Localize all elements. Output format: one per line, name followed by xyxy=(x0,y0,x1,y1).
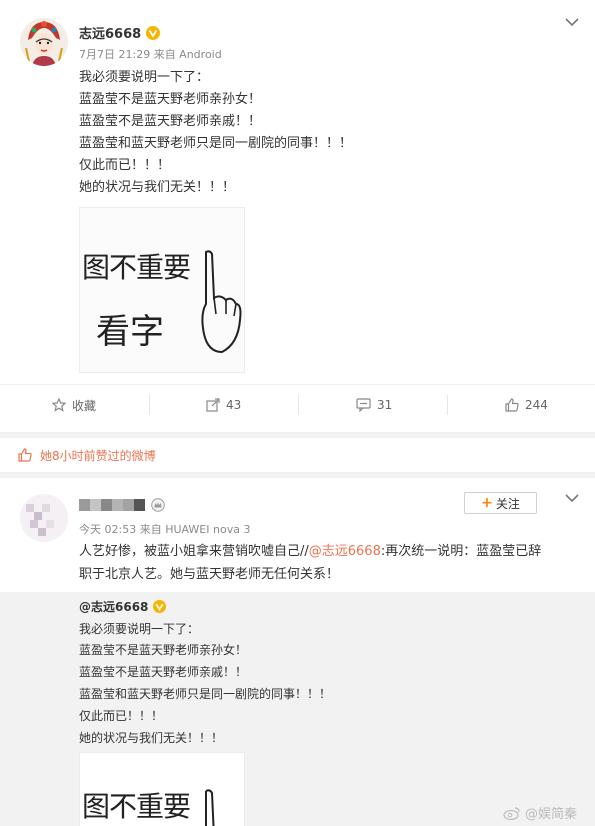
repost-text-line: 蓝盈莹不是蓝天野老师亲戚！！ xyxy=(79,665,248,679)
post-text-line: 人艺好惨，被蓝小姐拿来营销吹嘘自己//@志远6668:再次统一说明：蓝盈莹已辞 xyxy=(79,540,541,564)
repost-icon xyxy=(206,398,220,412)
repost-text-line: 蓝盈莹不是蓝天野老师亲孙女！ xyxy=(79,643,248,657)
repost-text-line: 蓝盈莹和蓝天野老师只是同一剧院的同事！！！ xyxy=(79,687,332,701)
follow-label: 关注 xyxy=(495,496,520,511)
comment-button[interactable]: 31 xyxy=(356,385,392,425)
pointing-hand-icon xyxy=(201,250,242,354)
post-text-line: 蓝盈莹不是蓝天野老师亲戚！！ xyxy=(79,114,262,129)
post-meta: 今天 02:53 来自 HUAWEI nova 3 xyxy=(79,523,251,536)
post-text-line: 蓝盈莹和蓝天野老师只是同一剧院的同事！！！ xyxy=(79,136,353,151)
repost-box[interactable]: @志远6668 我必须要说明一下了： 蓝盈莹不是蓝天野老师亲孙女！ 蓝盈莹不是蓝… xyxy=(0,592,595,826)
weibo-logo-icon xyxy=(503,806,520,820)
comment-icon xyxy=(356,398,371,412)
repost-count: 43 xyxy=(226,398,242,412)
post-image[interactable]: 图不重要 看字 xyxy=(79,207,245,373)
watermark-text: @娱简秦 xyxy=(524,807,577,822)
verified-badge-icon xyxy=(146,25,161,40)
thumbs-up-icon xyxy=(18,448,32,462)
post-text-line: 蓝盈莹不是蓝天野老师亲孙女！ xyxy=(79,92,262,107)
follow-button[interactable]: + 关注 xyxy=(464,492,537,514)
pointing-hand-icon xyxy=(205,789,215,826)
chevron-down-icon[interactable] xyxy=(564,492,580,504)
like-button[interactable]: 244 xyxy=(505,385,548,425)
weibo-post-1: 志远6668 7月7日 21:29 来自 Android 我必须要说明一下了： … xyxy=(0,0,595,432)
username[interactable]: 志远6668 xyxy=(79,23,161,42)
avatar[interactable] xyxy=(20,18,68,66)
post-text-line: 职于北京人艺。她与蓝天野老师无任何关系！ xyxy=(79,567,340,582)
plus-icon: + xyxy=(481,495,493,511)
comment-count: 31 xyxy=(377,398,393,412)
image-caption-bottom: 看字 xyxy=(96,312,164,352)
verified-badge-icon xyxy=(153,600,167,613)
repost-text-line: 仅此而已！！！ xyxy=(79,709,164,723)
favorite-button[interactable]: 收藏 xyxy=(52,385,96,425)
divider xyxy=(149,395,150,415)
pixelated-name xyxy=(79,499,145,511)
username-text[interactable]: 志远6668 xyxy=(79,23,141,42)
avatar-blurred[interactable] xyxy=(20,494,68,542)
repost-text-line: 她的状况与我们无关！！！ xyxy=(79,731,224,745)
image-caption-top: 图不重要 xyxy=(82,790,191,823)
chevron-down-icon[interactable] xyxy=(564,16,580,28)
post-text-line: 我必须要说明一下了： xyxy=(79,70,210,85)
post-meta: 7月7日 21:29 来自 Android xyxy=(79,48,222,61)
favorite-label: 收藏 xyxy=(72,398,97,413)
divider xyxy=(447,395,448,415)
liked-notice-text: 她8小时前赞过的微博 xyxy=(40,448,156,463)
repost-image[interactable]: 图不重要 xyxy=(79,752,245,826)
repost-author[interactable]: @志远6668 xyxy=(79,598,167,615)
repost-username[interactable]: @志远6668 xyxy=(79,598,148,615)
username-blurred[interactable] xyxy=(79,498,165,512)
post-text-prefix: 人艺好惨，被蓝小姐拿来营销吹嘘自己// xyxy=(79,544,309,559)
watermark: @娱简秦 xyxy=(503,803,577,822)
image-caption-top: 图不重要 xyxy=(82,251,191,284)
mention-link[interactable]: @志远6668 xyxy=(309,544,381,559)
action-bar: 收藏 43 31 244 xyxy=(0,384,595,424)
repost-button[interactable]: 43 xyxy=(206,385,241,425)
repost-text-line: 我必须要说明一下了： xyxy=(79,622,200,636)
post-text-suffix: :再次统一说明：蓝盈莹已辞 xyxy=(380,544,542,559)
like-count: 244 xyxy=(525,398,548,412)
liked-notice: 她8小时前赞过的微博 xyxy=(0,438,595,472)
post-text-line: 她的状况与我们无关！！！ xyxy=(79,180,236,195)
divider xyxy=(298,395,299,415)
crown-badge-icon xyxy=(151,498,165,512)
star-icon xyxy=(52,398,66,412)
post-text-line: 仅此而已！！！ xyxy=(79,158,171,173)
thumbs-up-icon xyxy=(505,398,519,412)
